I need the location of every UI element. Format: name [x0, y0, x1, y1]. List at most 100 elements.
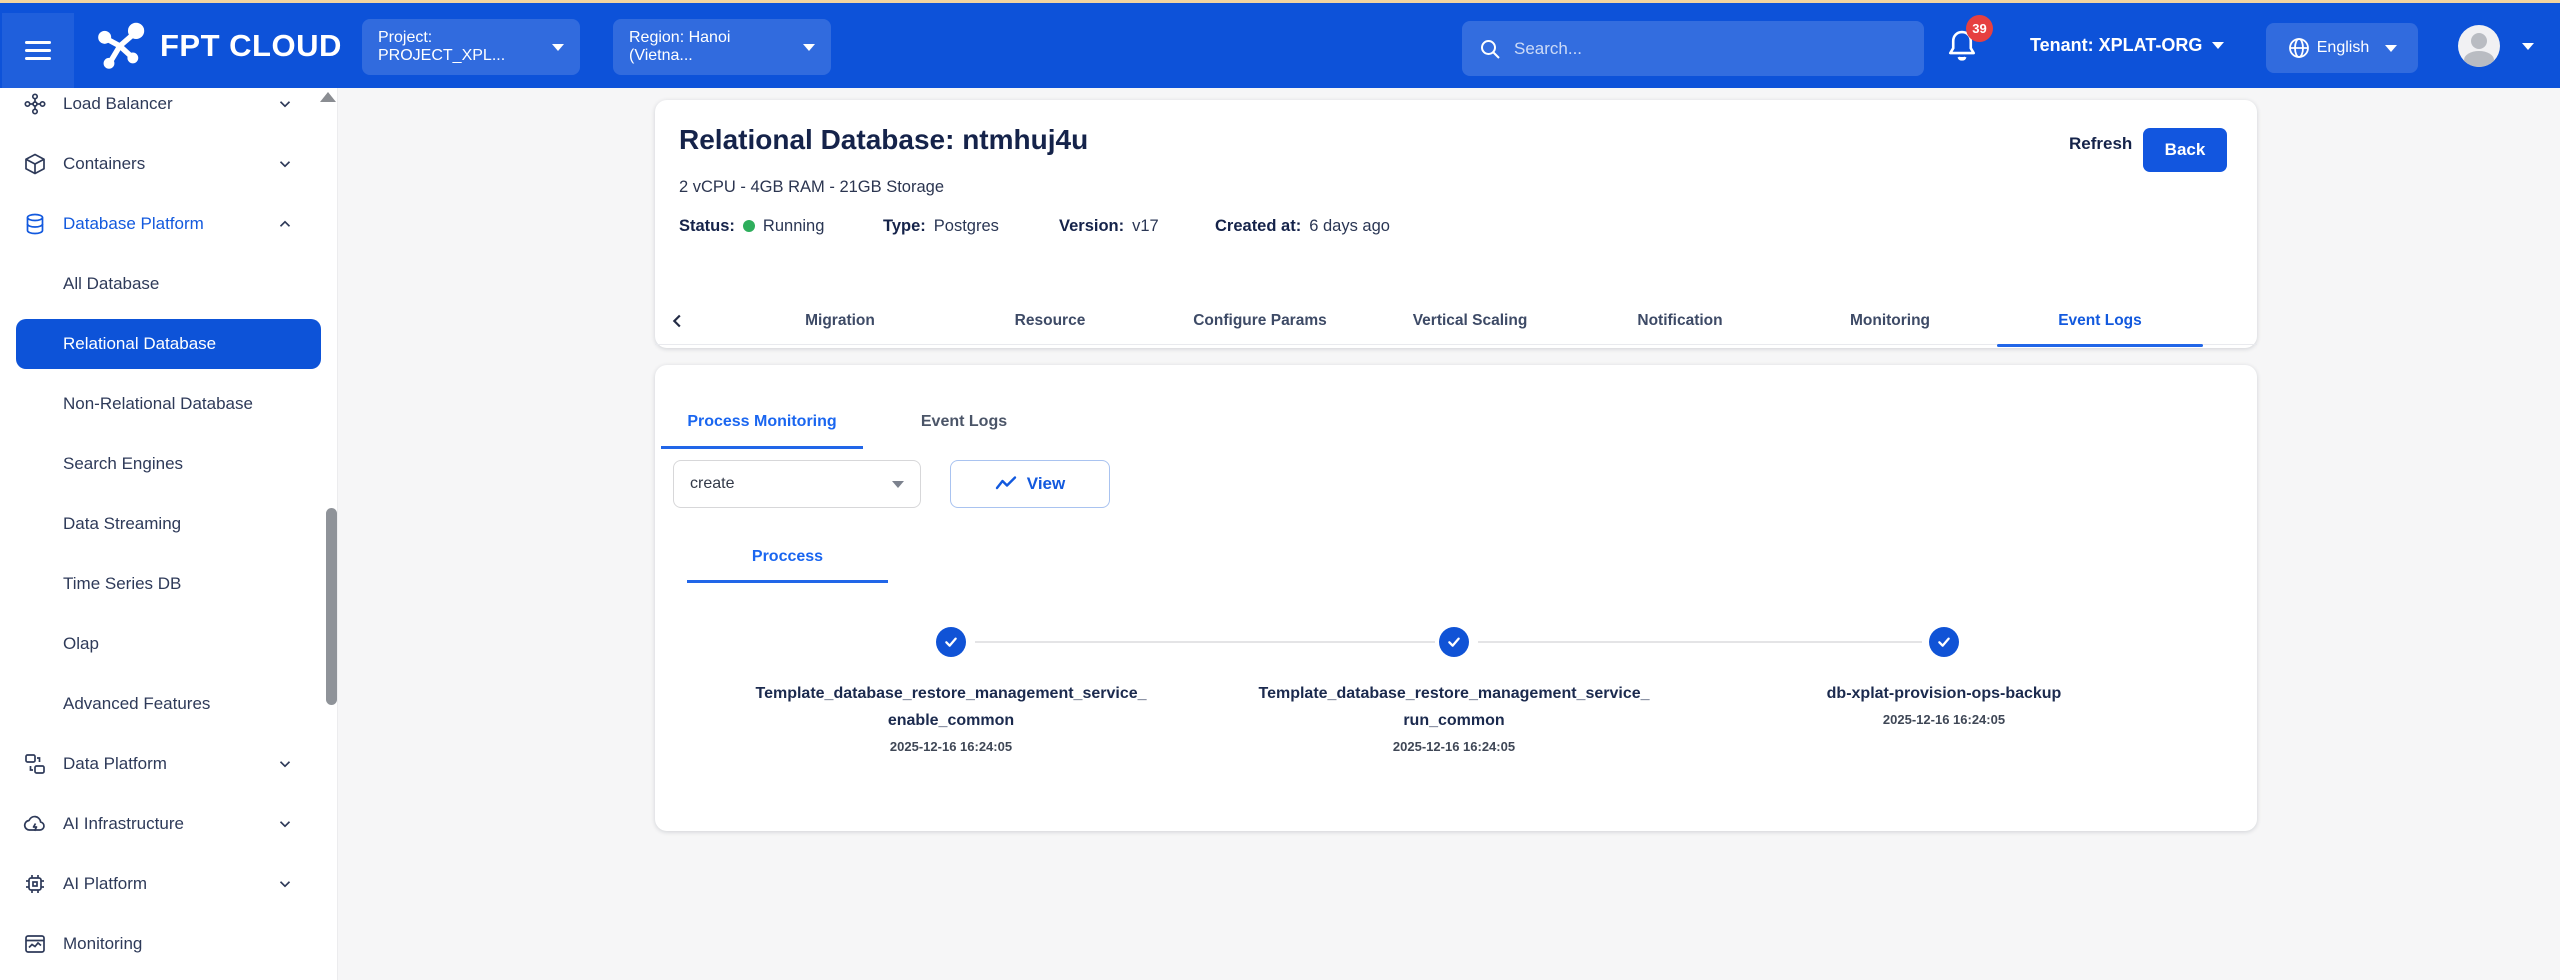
- sidebar-item-label: Containers: [63, 154, 145, 174]
- language-selector[interactable]: English: [2266, 23, 2418, 73]
- sidebar-item-label: Database Platform: [63, 214, 204, 234]
- sidebar-item-data-streaming[interactable]: Data Streaming: [0, 494, 337, 554]
- status-value: Running: [763, 217, 824, 236]
- step-complete-icon: [1929, 627, 1959, 657]
- page-title: Relational Database: ntmhuj4u: [679, 124, 1088, 156]
- sidebar-item-label: Load Balancer: [63, 94, 173, 114]
- account-menu[interactable]: [2458, 25, 2534, 67]
- event-type-select-value: create: [690, 475, 734, 493]
- region-selector[interactable]: Region: Hanoi (Vietna...: [613, 19, 831, 75]
- containers-icon: [23, 152, 47, 176]
- sidebar-item-database-platform[interactable]: Database Platform: [0, 194, 337, 254]
- sidebar-item-label: Search Engines: [63, 454, 183, 474]
- view-button-label: View: [1027, 474, 1065, 494]
- brand-logo[interactable]: FPT CLOUD: [96, 3, 342, 88]
- sidebar-item-label: Data Streaming: [63, 514, 181, 534]
- tenant-selector[interactable]: Tenant: XPLAT-ORG: [2030, 3, 2224, 88]
- sidebar-item-ai-platform[interactable]: AI Platform: [0, 854, 337, 914]
- sidebar-item-label: AI Infrastructure: [63, 814, 184, 834]
- type-group: Type: Postgres: [883, 213, 999, 239]
- sidebar-item-load-balancer[interactable]: Load Balancer: [0, 88, 337, 134]
- created-label: Created at:: [1215, 217, 1301, 236]
- step-title: run_common: [1219, 707, 1689, 734]
- sidebar-item-time-series-db[interactable]: Time Series DB: [0, 554, 337, 614]
- sidebar-item-ai-infrastructure[interactable]: AI Infrastructure: [0, 794, 337, 854]
- tab-configure-params[interactable]: Configure Params: [1155, 296, 1365, 345]
- sidebar-item-olap[interactable]: Olap: [0, 614, 337, 674]
- tab-process-monitoring[interactable]: Process Monitoring: [661, 395, 863, 449]
- refresh-button[interactable]: Refresh: [2069, 134, 2132, 154]
- project-selector[interactable]: Project: PROJECT_XPL...: [362, 19, 580, 75]
- tabs-scroll-left-button[interactable]: [667, 310, 689, 332]
- monitoring-icon: [23, 932, 47, 956]
- step-complete-icon: [1439, 627, 1469, 657]
- sidebar-item-label: All Database: [63, 274, 159, 294]
- sidebar-item-label: AI Platform: [63, 874, 147, 894]
- menu-toggle-button[interactable]: [2, 13, 74, 88]
- sidebar-item-non-relational-database[interactable]: Non-Relational Database: [0, 374, 337, 434]
- sidebar-item-label: Data Platform: [63, 754, 167, 774]
- created-group: Created at: 6 days ago: [1215, 213, 1390, 239]
- search-input[interactable]: [1514, 39, 1908, 59]
- scrollbar-up-arrow[interactable]: [320, 92, 336, 102]
- step-title: Template_database_restore_management_ser…: [1219, 680, 1689, 707]
- notifications-button[interactable]: 39: [1944, 27, 1990, 73]
- avatar: [2458, 25, 2500, 67]
- brand-name: FPT CLOUD: [160, 28, 342, 64]
- timeline-step: db-xplat-provision-ops-backup 2025-12-16…: [1709, 680, 2179, 727]
- tab-proccess[interactable]: Proccess: [687, 530, 888, 583]
- sidebar-item-containers[interactable]: Containers: [0, 134, 337, 194]
- ai-infrastructure-icon: [23, 812, 47, 836]
- panel-tabs: Process Monitoring Event Logs: [661, 395, 1065, 449]
- created-value: 6 days ago: [1309, 217, 1390, 236]
- timeline-step: Template_database_restore_management_ser…: [716, 680, 1186, 754]
- step-timestamp: 2025-12-16 16:24:05: [1219, 739, 1689, 754]
- step-title: Template_database_restore_management_ser…: [716, 680, 1186, 707]
- tab-notification[interactable]: Notification: [1575, 296, 1785, 345]
- chevron-down-icon: [803, 44, 815, 51]
- step-timestamp: 2025-12-16 16:24:05: [1709, 712, 2179, 727]
- chevron-down-icon: [892, 481, 904, 488]
- sidebar-item-data-platform[interactable]: Data Platform: [0, 734, 337, 794]
- step-title: enable_common: [716, 707, 1186, 734]
- line-chart-icon: [995, 475, 1017, 493]
- sidebar-item-search-engines[interactable]: Search Engines: [0, 434, 337, 494]
- chevron-down-icon: [2522, 43, 2534, 50]
- notification-badge: 39: [1966, 15, 1993, 42]
- sidebar: Load Balancer Containers: [0, 88, 338, 980]
- tab-monitoring[interactable]: Monitoring: [1785, 296, 1995, 345]
- event-type-select[interactable]: create: [673, 460, 921, 508]
- tenant-label: Tenant: XPLAT-ORG: [2030, 35, 2202, 56]
- view-button[interactable]: View: [950, 460, 1110, 508]
- sidebar-item-monitoring[interactable]: Monitoring: [0, 914, 337, 974]
- tab-event-logs-inner[interactable]: Event Logs: [863, 395, 1065, 449]
- hamburger-icon: [25, 36, 51, 65]
- status-group: Status: Running: [679, 213, 824, 239]
- back-button[interactable]: Back: [2143, 128, 2227, 172]
- fpt-molecule-icon: [96, 20, 148, 72]
- chevron-down-icon: [276, 755, 294, 773]
- sidebar-item-label: Olap: [63, 634, 99, 654]
- sidebar-item-relational-database[interactable]: Relational Database: [16, 319, 321, 369]
- tab-resource[interactable]: Resource: [945, 296, 1155, 345]
- tab-event-logs[interactable]: Event Logs: [1995, 296, 2205, 345]
- timeline-step: Template_database_restore_management_ser…: [1219, 680, 1689, 754]
- timeline-connector: [1478, 641, 1922, 643]
- sidebar-item-advanced-features[interactable]: Advanced Features: [0, 674, 337, 734]
- tab-migration[interactable]: Migration: [735, 296, 945, 345]
- database-header-card: Relational Database: ntmhuj4u Refresh Ba…: [655, 100, 2257, 348]
- tab-vertical-scaling[interactable]: Vertical Scaling: [1365, 296, 1575, 345]
- region-selector-label: Region: Hanoi (Vietna...: [629, 29, 793, 65]
- sidebar-item-label: Monitoring: [63, 934, 142, 954]
- global-search: [1462, 21, 1924, 76]
- sidebar-scrollbar-thumb[interactable]: [326, 508, 337, 705]
- type-value: Postgres: [934, 217, 999, 236]
- topbar: FPT CLOUD Project: PROJECT_XPL... Region…: [0, 0, 2560, 88]
- load-balancer-icon: [23, 92, 47, 116]
- sidebar-item-label: Advanced Features: [63, 694, 210, 714]
- chevron-down-icon: [552, 44, 564, 51]
- version-group: Version: v17: [1059, 213, 1159, 239]
- chevron-down-icon: [2385, 45, 2397, 52]
- sidebar-item-all-database[interactable]: All Database: [0, 254, 337, 314]
- version-value: v17: [1132, 217, 1159, 236]
